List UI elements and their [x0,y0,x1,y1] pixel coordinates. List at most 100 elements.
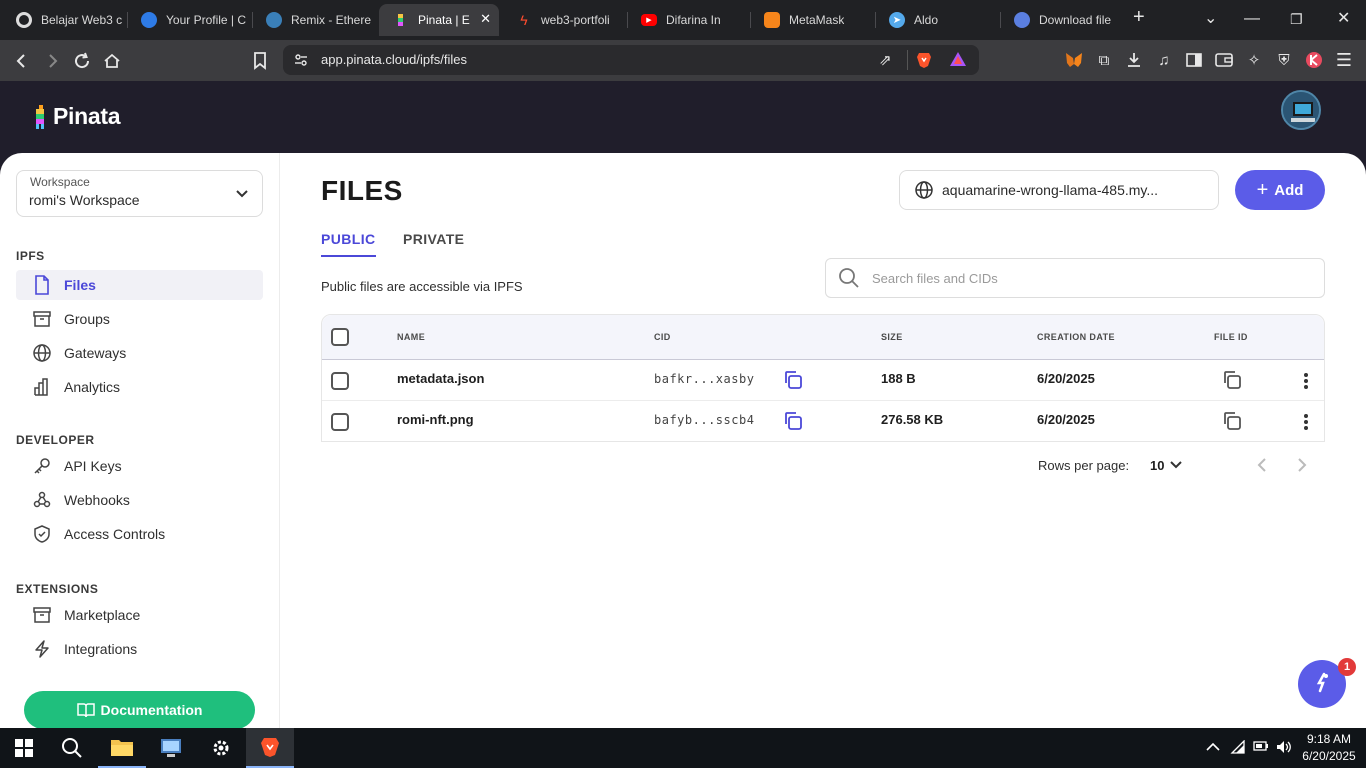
sidebar-item-label: Webhooks [64,492,130,508]
notification-badge: 1 [1338,658,1356,676]
site-settings-icon[interactable] [293,52,309,73]
show-hidden-icons-chevron[interactable] [1206,740,1220,755]
browser-tab-download[interactable]: Download file [1000,4,1124,36]
previous-page-icon[interactable] [1257,458,1267,477]
settings-gear-icon[interactable] [197,728,245,768]
search-input[interactable] [872,270,1292,286]
copy-cid-icon[interactable] [782,410,804,432]
share-icon[interactable]: ⇗ [879,51,892,69]
more-options-icon[interactable] [1303,372,1309,390]
sidebar-item-gateways[interactable]: Gateways [16,338,263,368]
row-checkbox[interactable] [331,413,349,431]
column-header-name[interactable]: NAME [397,332,425,342]
sidebar-item-access-controls[interactable]: Access Controls [16,519,263,549]
browser-tab-profile[interactable]: Your Profile | C [127,4,251,36]
file-name[interactable]: romi-nft.png [397,412,474,427]
tab-public[interactable]: PUBLIC [321,231,376,257]
browser-tab-aldo[interactable]: ➤ Aldo [875,4,999,36]
select-all-checkbox[interactable] [331,328,349,346]
volume-icon[interactable] [1276,740,1292,757]
browser-tab-pinata[interactable]: Pinata | Ef ✕ [379,4,499,36]
address-bar[interactable]: app.pinata.cloud/ipfs/files ⇗ [283,45,979,75]
brave-shields-icon[interactable] [916,51,932,74]
sidebar-item-webhooks[interactable]: Webhooks [16,485,263,515]
pinata-logo-icon [34,104,48,129]
leo-ai-icon[interactable]: ✧ [1244,50,1264,70]
rows-per-page-select[interactable]: 10 [1150,458,1183,473]
browser-tab-web3-portfolio[interactable]: ϟ web3-portfoli [502,4,626,36]
copy-cid-icon[interactable] [782,369,804,391]
main-card: Workspace romi's Workspace IPFS Files Gr… [0,153,1366,728]
battery-icon[interactable] [1253,740,1269,755]
search-icon[interactable] [48,728,96,768]
rows-per-page-value: 10 [1150,458,1165,473]
brave-browser-icon[interactable] [246,728,294,768]
profile-extension-icon[interactable] [1304,50,1324,70]
wifi-icon[interactable] [1230,739,1246,757]
globe-icon [914,180,934,200]
browser-menu-icon[interactable]: ☰ [1334,50,1354,70]
more-options-icon[interactable] [1303,413,1309,431]
remix-icon [266,12,282,28]
sidebar-toggle-icon[interactable] [1184,50,1204,70]
search-box[interactable] [825,258,1325,298]
vpn-shield-icon[interactable]: ⛨ [1274,50,1294,70]
sidebar-item-groups[interactable]: Groups [16,304,263,334]
brave-rewards-icon[interactable] [949,51,967,72]
downloads-icon[interactable] [1124,50,1144,70]
tab-private[interactable]: PRIVATE [403,231,464,247]
logo-text: Pinata [53,103,121,129]
maximize-icon[interactable]: ❐ [1290,8,1303,30]
bookmark-icon[interactable] [248,49,272,73]
sidebar-item-marketplace[interactable]: Marketplace [16,600,263,630]
browser-tab-belajar-web3[interactable]: Belajar Web3 c [2,4,126,36]
next-page-icon[interactable] [1297,458,1307,477]
back-icon[interactable] [10,49,34,73]
close-window-icon[interactable]: ✕ [1337,8,1350,30]
add-button[interactable]: + Add [1235,170,1325,210]
sidebar-item-label: Analytics [64,379,121,395]
row-checkbox[interactable] [331,372,349,390]
file-name[interactable]: metadata.json [397,371,484,386]
computer-app-icon[interactable] [147,728,195,768]
minimize-icon[interactable]: — [1244,8,1260,30]
close-tab-icon[interactable]: ✕ [480,11,491,27]
table-row[interactable]: metadata.json bafkr...xasby 188 B 6/20/2… [322,360,1324,401]
sidebar-item-api-keys[interactable]: API Keys [16,451,263,481]
copy-file-id-icon[interactable] [1221,410,1243,432]
reload-icon[interactable] [70,49,94,73]
documentation-button[interactable]: Documentation [24,691,255,728]
file-explorer-icon[interactable] [98,728,146,768]
home-icon[interactable] [100,49,124,73]
metamask-icon [764,12,780,28]
browser-tab-metamask[interactable]: MetaMask [750,4,874,36]
system-clock[interactable]: 9:18 AM 6/20/2025 [1296,731,1362,765]
new-tab-icon[interactable]: + [1133,6,1145,28]
sidebar-item-analytics[interactable]: Analytics [16,372,263,402]
table-row[interactable]: romi-nft.png bafyb...sscb4 276.58 KB 6/2… [322,401,1324,442]
windows-taskbar: 9:18 AM 6/20/2025 [0,728,1366,768]
media-control-icon[interactable]: ♫ [1154,50,1174,70]
avatar[interactable] [1281,90,1321,130]
tab-list-chevron-icon[interactable]: ⌄ [1204,8,1217,30]
metamask-extension-icon[interactable] [1064,50,1084,70]
windows-start-icon[interactable] [0,728,48,768]
browser-tab-title: Aldo [914,13,939,27]
extensions-puzzle-icon[interactable]: ⧉ [1094,50,1114,70]
wallet-icon[interactable] [1214,50,1234,70]
file-cid: bafkr...xasby [654,372,755,386]
sidebar-item-files[interactable]: Files [16,270,263,300]
pinata-logo[interactable]: Pinata [34,103,121,130]
gateway-selector[interactable]: aquamarine-wrong-llama-485.my... [899,170,1219,210]
workspace-selector[interactable]: Workspace romi's Workspace [16,170,263,217]
copy-file-id-icon[interactable] [1221,369,1243,391]
add-button-label: Add [1274,181,1304,199]
browser-tab-remix[interactable]: Remix - Ethere [252,4,376,36]
browser-tab-difarina[interactable]: ▶ Difarina In [627,4,749,36]
chat-icon [1311,671,1333,698]
forward-icon[interactable] [40,49,64,73]
table-header: NAME CID SIZE CREATION DATE FILE ID [322,315,1324,360]
column-header-size[interactable]: SIZE [881,332,903,342]
sidebar-item-integrations[interactable]: Integrations [16,634,263,664]
column-header-date[interactable]: CREATION DATE [1037,332,1115,342]
